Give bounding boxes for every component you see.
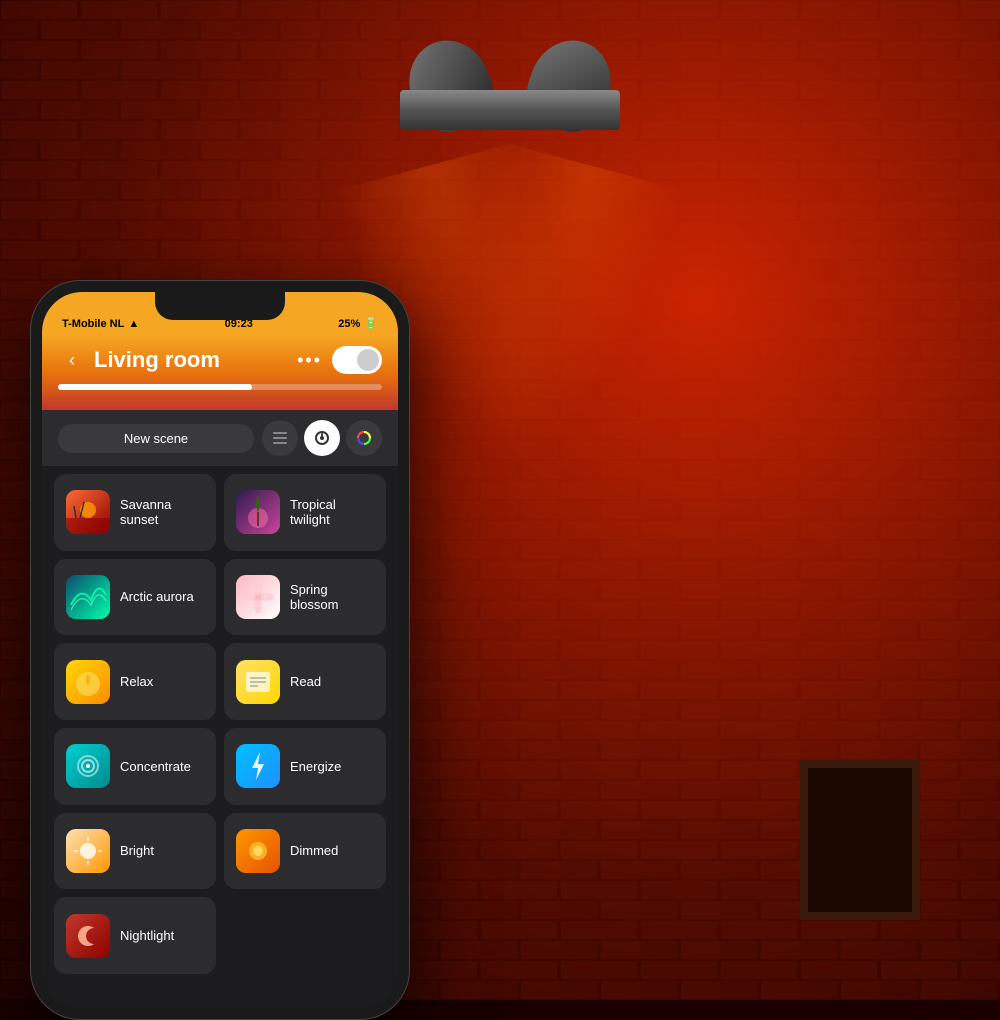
scene-item-read[interactable]: Read bbox=[224, 643, 386, 720]
scene-item-spring-blossom[interactable]: Spring blossom bbox=[224, 559, 386, 636]
scene-icon-energize bbox=[236, 744, 280, 788]
scene-icon-relax bbox=[66, 660, 110, 704]
scene-name-energize: Energize bbox=[290, 759, 341, 774]
toolbar: New scene bbox=[42, 410, 398, 466]
scene-icon-dimmed bbox=[236, 829, 280, 873]
scene-icon-spring-blossom bbox=[236, 575, 280, 619]
scenes-grid: Savanna sunset Tropical twilight Arctic au… bbox=[42, 466, 398, 982]
scene-item-energize[interactable]: Energize bbox=[224, 728, 386, 805]
brightness-fill bbox=[58, 384, 252, 390]
toolbar-icons bbox=[262, 420, 382, 456]
fixture-base bbox=[400, 90, 620, 130]
scene-item-arctic-aurora[interactable]: Arctic aurora bbox=[54, 559, 216, 636]
app-header: ‹ Living room ••• bbox=[42, 336, 398, 410]
more-options-button[interactable]: ••• bbox=[297, 350, 322, 371]
battery-percent: 25% bbox=[338, 318, 360, 330]
color-wheel-button[interactable] bbox=[346, 420, 382, 456]
scene-item-relax[interactable]: Relax bbox=[54, 643, 216, 720]
scene-name-tropical-twilight: Tropical twilight bbox=[290, 497, 374, 527]
palette-icon bbox=[313, 429, 331, 447]
scene-name-read: Read bbox=[290, 674, 321, 689]
battery-icon: 🔋 bbox=[364, 317, 378, 330]
phone-screen: T-Mobile NL ▲ 09:23 25% 🔋 ‹ Living room bbox=[42, 292, 398, 1008]
scene-icon-read bbox=[236, 660, 280, 704]
scene-icon-concentrate bbox=[66, 744, 110, 788]
brightness-slider[interactable] bbox=[58, 384, 382, 390]
scene-item-tropical-twilight[interactable]: Tropical twilight bbox=[224, 474, 386, 551]
scene-icon-bright bbox=[66, 829, 110, 873]
header-controls: ••• bbox=[297, 346, 382, 374]
room-title: Living room bbox=[94, 347, 297, 373]
scene-item-nightlight[interactable]: Nightlight bbox=[54, 897, 216, 974]
wall-frame bbox=[800, 760, 920, 920]
scene-item-savanna-sunset[interactable]: Savanna sunset bbox=[54, 474, 216, 551]
carrier-label: T-Mobile NL bbox=[62, 318, 124, 330]
list-icon bbox=[271, 429, 289, 447]
scene-item-bright[interactable]: Bright bbox=[54, 813, 216, 890]
back-icon: ‹ bbox=[69, 350, 75, 371]
room-toggle[interactable] bbox=[332, 346, 382, 374]
header-row: ‹ Living room ••• bbox=[58, 346, 382, 374]
status-left: T-Mobile NL ▲ bbox=[62, 318, 139, 330]
new-scene-button[interactable]: New scene bbox=[58, 424, 254, 453]
scene-icon-tropical-twilight bbox=[236, 490, 280, 534]
scene-name-savanna-sunset: Savanna sunset bbox=[120, 497, 204, 527]
phone: T-Mobile NL ▲ 09:23 25% 🔋 ‹ Living room bbox=[30, 280, 410, 1020]
scene-item-dimmed[interactable]: Dimmed bbox=[224, 813, 386, 890]
palette-view-button[interactable] bbox=[304, 420, 340, 456]
phone-wrapper: T-Mobile NL ▲ 09:23 25% 🔋 ‹ Living room bbox=[30, 280, 410, 1020]
color-wheel-icon bbox=[355, 429, 373, 447]
spotlight-fixture bbox=[380, 40, 640, 170]
back-button[interactable]: ‹ bbox=[58, 346, 86, 374]
scene-name-nightlight: Nightlight bbox=[120, 928, 174, 943]
scene-name-concentrate: Concentrate bbox=[120, 759, 191, 774]
wifi-icon: ▲ bbox=[128, 318, 139, 330]
scene-icon-nightlight bbox=[66, 914, 110, 958]
scene-name-dimmed: Dimmed bbox=[290, 843, 338, 858]
scene-name-bright: Bright bbox=[120, 843, 154, 858]
list-view-button[interactable] bbox=[262, 420, 298, 456]
scene-name-arctic-aurora: Arctic aurora bbox=[120, 589, 194, 604]
scene-item-concentrate[interactable]: Concentrate bbox=[54, 728, 216, 805]
scene-name-relax: Relax bbox=[120, 674, 153, 689]
scene-name-spring-blossom: Spring blossom bbox=[290, 582, 374, 612]
scene-icon-savanna-sunset bbox=[66, 490, 110, 534]
status-right: 25% 🔋 bbox=[338, 317, 378, 330]
scene-icon-arctic-aurora bbox=[66, 575, 110, 619]
phone-notch bbox=[155, 292, 285, 320]
